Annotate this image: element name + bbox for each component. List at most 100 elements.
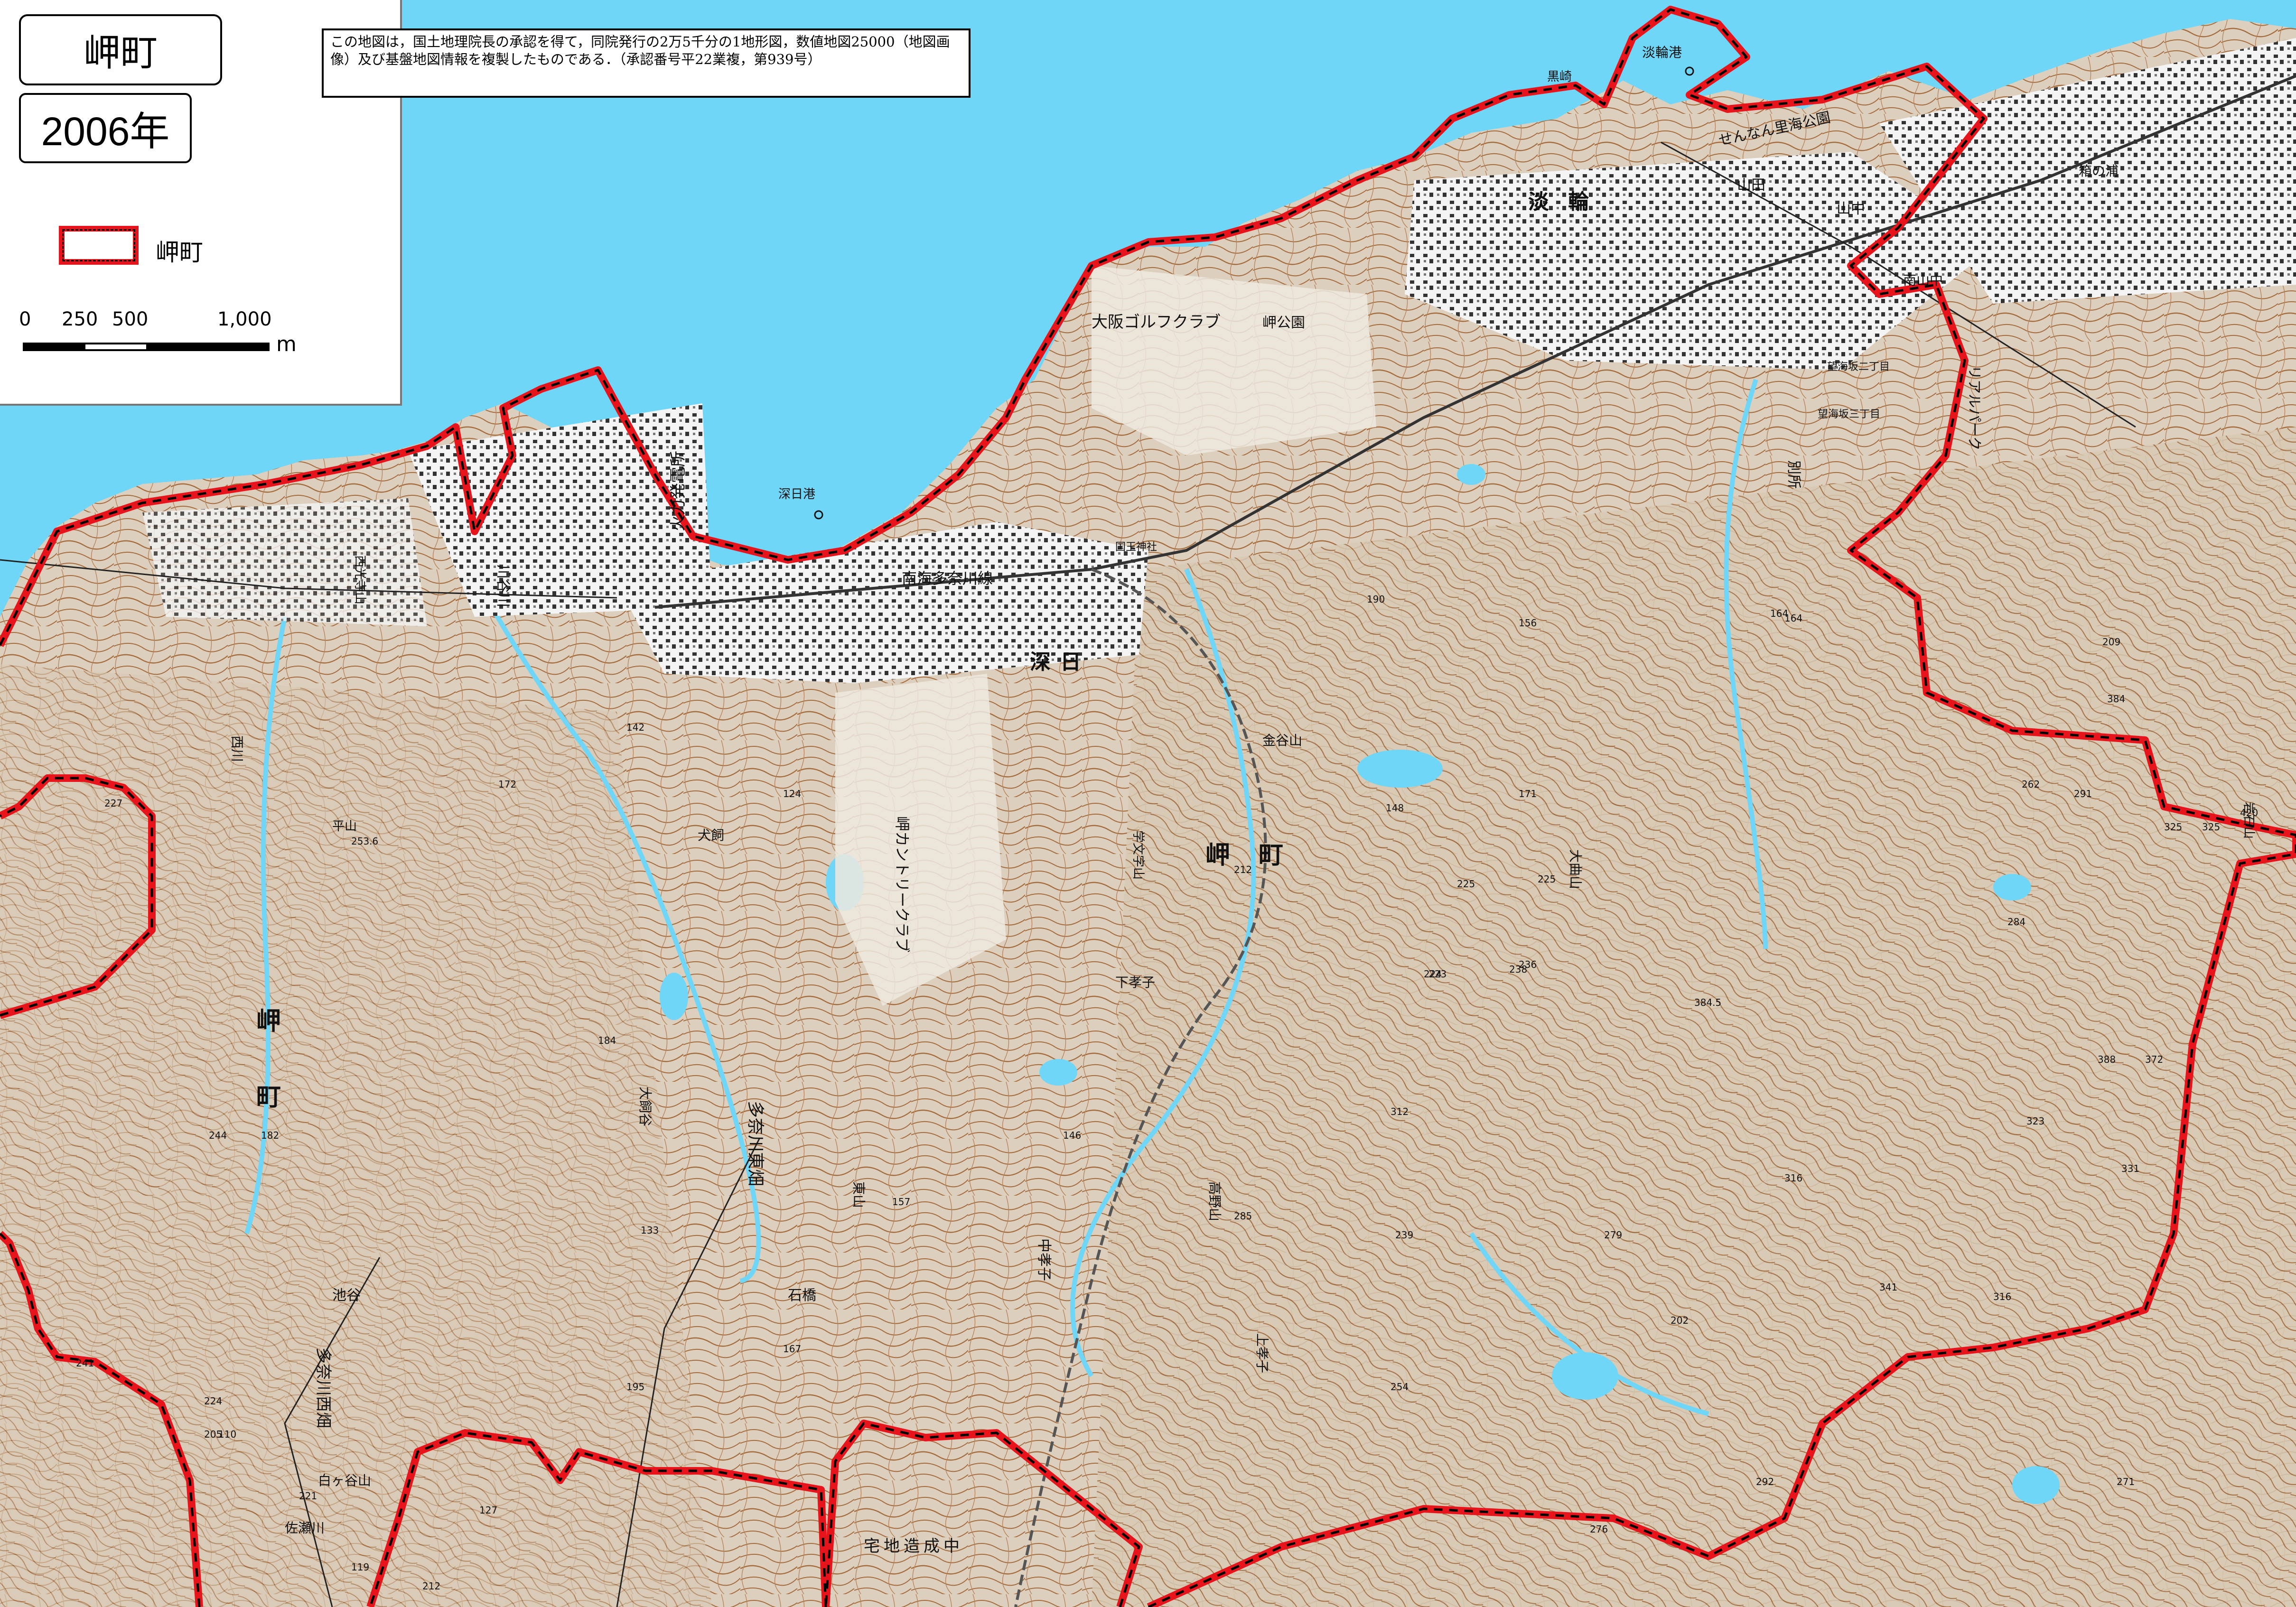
elevation-label: 146 bbox=[1063, 1130, 1081, 1141]
scale-tick-500: 500 bbox=[112, 308, 149, 330]
elevation-label: 133 bbox=[641, 1225, 659, 1236]
label-osaka-golf: 大阪ゴルフクラブ bbox=[1092, 313, 1221, 332]
label-hiraya: 平山 bbox=[332, 819, 357, 834]
label-bessho: 別所 bbox=[1785, 460, 1802, 489]
elevation-label: 156 bbox=[1519, 617, 1537, 629]
label-tanagawa-west: 多奈川西畑 bbox=[314, 1347, 333, 1428]
elevation-label: 285 bbox=[1234, 1210, 1252, 1222]
label-sasegawa: 佐瀬川 bbox=[285, 1520, 325, 1536]
label-shiraegatani: 白ヶ谷山 bbox=[318, 1473, 371, 1488]
elevation-label: 254 bbox=[1391, 1381, 1409, 1393]
elevation-label: 372 bbox=[2145, 1054, 2163, 1065]
elevation-label: 331 bbox=[2121, 1163, 2139, 1174]
elevation-label: 384.5 bbox=[1694, 997, 1721, 1008]
label-kurozaki: 黒崎 bbox=[1547, 70, 1572, 84]
elevation-label: 124 bbox=[783, 788, 801, 799]
label-kiyama: 金谷山 bbox=[1262, 733, 1302, 748]
elevation-label: 209 bbox=[2102, 636, 2120, 648]
elevation-label: 316 bbox=[1784, 1172, 1802, 1184]
map-title-text: 岬町 bbox=[83, 32, 158, 74]
label-kawadani: 川谷川 bbox=[495, 565, 511, 607]
golf-club-area bbox=[1092, 266, 1376, 455]
label-yamanaka: 山中 bbox=[1837, 201, 1865, 217]
label-hakonoura: 箱の浦 bbox=[2079, 163, 2119, 179]
elevation-label: 223 bbox=[1428, 968, 1447, 980]
year-label-text: 2006年 bbox=[41, 109, 170, 154]
elevation-label: 284 bbox=[2007, 916, 2025, 928]
elevation-label: 167 bbox=[783, 1343, 801, 1355]
elevation-label: 157 bbox=[892, 1196, 910, 1208]
elevation-label: 271 bbox=[2117, 1476, 2135, 1487]
map-title: 岬町 bbox=[19, 14, 222, 85]
elevation-label: 239 bbox=[1395, 1229, 1413, 1241]
elevation-label: 341 bbox=[1879, 1282, 1897, 1293]
elevation-label: 388 bbox=[2098, 1054, 2116, 1065]
label-tanagawa-east: 多奈川東畑 bbox=[746, 1101, 765, 1186]
scale-bar-graphic bbox=[23, 343, 270, 351]
label-tannowa-port: 淡輪港 bbox=[1642, 45, 1682, 60]
elevation-label: 323 bbox=[2026, 1115, 2044, 1127]
elevation-label: 164 bbox=[1770, 608, 1788, 619]
label-country-club: 岬カントリークラブ bbox=[893, 816, 911, 953]
elevation-label: 190 bbox=[1367, 594, 1385, 605]
elevation-label: 384 bbox=[2107, 693, 2125, 705]
elevation-label: 172 bbox=[498, 779, 516, 790]
label-misaki-west: 岬 bbox=[256, 1007, 281, 1036]
legend-boundary-swatch bbox=[59, 226, 139, 265]
label-nishimitsuji: 西光寺山 bbox=[353, 555, 367, 604]
elevation-label: 225 bbox=[1457, 878, 1475, 890]
land-area-east bbox=[1092, 427, 2296, 1607]
label-takuchi: 宅地造成中 bbox=[864, 1537, 963, 1556]
elevation-label: 221 bbox=[299, 1490, 317, 1502]
elevation-label: 325 bbox=[2202, 821, 2220, 833]
label-daikyoku: 大曲山 bbox=[1568, 849, 1583, 889]
elevation-label: 225 bbox=[1538, 873, 1556, 885]
elevation-label: 182 bbox=[261, 1130, 279, 1141]
label-tannowa: 淡輪 bbox=[1528, 190, 1608, 214]
elevation-label: 244 bbox=[209, 1130, 227, 1141]
elevation-label: 316 bbox=[1993, 1291, 2011, 1302]
elevation-label: 224 bbox=[204, 1395, 222, 1407]
elevation-label: 262 bbox=[2022, 779, 2040, 790]
label-riaruparku: リアルパーク bbox=[1966, 365, 1982, 451]
label-ishibashi: 石橋 bbox=[788, 1287, 816, 1304]
elevation-label: 127 bbox=[479, 1505, 497, 1516]
elevation-label: 212 bbox=[422, 1580, 440, 1592]
label-misaki-park: 岬公園 bbox=[1262, 315, 1305, 331]
elevation-label: 238 bbox=[1509, 964, 1527, 975]
elevation-label: 292 bbox=[1756, 1476, 1774, 1487]
label-nakakoshi: 中孝子 bbox=[1036, 1238, 1052, 1281]
elevation-label: 227 bbox=[104, 798, 122, 809]
elevation-label: 325 bbox=[2164, 821, 2182, 833]
label-ikedani: 池谷 bbox=[332, 1287, 361, 1304]
label-higashiyama: 東山 bbox=[851, 1181, 867, 1208]
scale-tick-250: 250 bbox=[62, 308, 98, 330]
label-misakidai: 望海坂二丁目 bbox=[1827, 361, 1890, 373]
label-minami-yamanaka: 南山中 bbox=[1903, 272, 1943, 288]
elevation-label: 202 bbox=[1671, 1315, 1689, 1326]
label-ogatani: 大飼谷 bbox=[637, 1087, 653, 1126]
scale-tick-0: 0 bbox=[19, 308, 31, 330]
elevation-label: 110 bbox=[218, 1429, 236, 1440]
label-nankai-line: 南海多奈川線 bbox=[902, 569, 993, 587]
label-misaki-west-2: 町 bbox=[256, 1083, 281, 1112]
label-inukai: 犬飼 bbox=[698, 827, 724, 843]
elevation-label: 241 bbox=[76, 1357, 94, 1369]
label-misakidai3: 望海坂三丁目 bbox=[1818, 409, 1880, 420]
label-yamada: 山田 bbox=[1737, 177, 1765, 194]
urban-west bbox=[142, 498, 427, 626]
elevation-label: 119 bbox=[351, 1561, 369, 1573]
legend-boundary-label: 岬町 bbox=[156, 239, 203, 266]
label-power-plant: 火力発電所 bbox=[669, 451, 688, 531]
label-shimokoshi: 下孝子 bbox=[1115, 975, 1155, 990]
legend-panel-divider-h bbox=[0, 404, 402, 406]
elevation-label: 142 bbox=[626, 722, 644, 733]
scale-unit: m bbox=[276, 332, 297, 356]
label-takasago: 高野山 bbox=[1207, 1181, 1223, 1221]
label-misaki-town-center: 岬町 bbox=[1205, 841, 1312, 870]
label-kamikoshi: 上孝子 bbox=[1254, 1333, 1270, 1373]
elevation-label: 279 bbox=[1604, 1229, 1622, 1241]
elevation-label: 148 bbox=[1386, 802, 1404, 814]
label-nishikawa: 西川 bbox=[229, 735, 245, 762]
label-kokyo: 国玉神社 bbox=[1115, 541, 1157, 553]
